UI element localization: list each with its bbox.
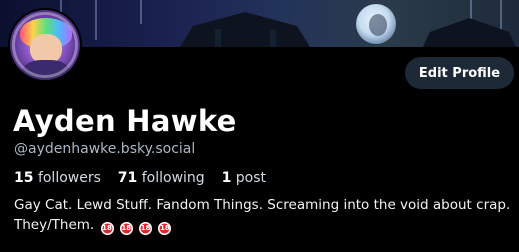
following-count: 71 bbox=[117, 170, 138, 186]
avatar-image bbox=[10, 10, 80, 80]
display-name: Ayden Hawke bbox=[13, 104, 237, 138]
adults-only-18-icon: 18 bbox=[139, 222, 153, 235]
banner-moon-shadow bbox=[369, 14, 387, 36]
banner-temple-roof bbox=[420, 18, 519, 47]
followers-count: 15 bbox=[14, 170, 34, 186]
bio-text: Gay Cat. Lewd Stuff. Fandom Things. Scre… bbox=[14, 197, 511, 233]
adults-only-18-icon: 18 bbox=[158, 222, 172, 235]
posts-stat: 1 post bbox=[222, 170, 266, 186]
avatar[interactable] bbox=[8, 8, 82, 82]
banner-light-streak bbox=[140, 0, 142, 24]
edit-profile-button[interactable]: Edit Profile bbox=[405, 57, 514, 89]
profile-handle: @aydenhawke.bsky.social bbox=[14, 141, 196, 157]
banner-light-streak bbox=[95, 0, 97, 40]
following-label: following bbox=[141, 170, 205, 186]
adults-only-18-icon: 18 bbox=[119, 222, 133, 235]
banner-pillar bbox=[270, 29, 276, 47]
posts-label: post bbox=[235, 170, 267, 186]
profile-stats: 15 followers 71 following 1 post bbox=[14, 170, 266, 186]
followers-link[interactable]: 15 followers bbox=[14, 170, 105, 186]
followers-label: followers bbox=[37, 170, 101, 186]
adults-only-18-icon: 18 bbox=[100, 222, 114, 235]
following-link[interactable]: 71 following bbox=[118, 170, 209, 186]
posts-count: 1 bbox=[221, 170, 232, 186]
banner-pillar bbox=[215, 29, 221, 47]
profile-bio: Gay Cat. Lewd Stuff. Fandom Things. Scre… bbox=[14, 195, 514, 235]
avatar-ring bbox=[12, 12, 78, 78]
banner-temple-roof bbox=[180, 12, 310, 47]
